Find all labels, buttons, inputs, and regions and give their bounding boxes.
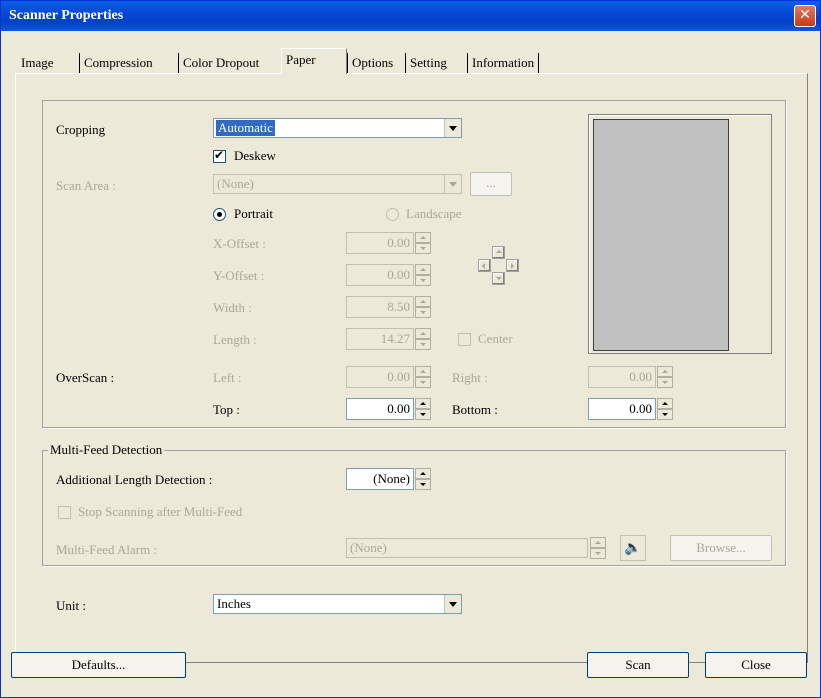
length-label: Length : — [213, 332, 257, 347]
stop-scanning-checkbox[interactable] — [58, 506, 71, 519]
landscape-radio[interactable] — [386, 208, 399, 221]
scan-area-label: Scan Area : — [56, 178, 116, 193]
overscan-bottom-value[interactable]: 0.00 — [588, 398, 656, 420]
spin-down-icon[interactable] — [415, 275, 431, 286]
scanner-properties-dialog: Scanner Properties ✕ Image Compression C… — [0, 0, 821, 698]
unit-label: Unit : — [56, 598, 86, 613]
spin-up-icon[interactable] — [415, 328, 431, 339]
unit-select[interactable]: Inches — [213, 594, 462, 614]
tab-information[interactable]: Information — [467, 53, 540, 73]
multifeed-legend: Multi-Feed Detection — [48, 442, 165, 458]
overscan-top-label: Top : — [213, 402, 240, 417]
spin-down-icon[interactable] — [657, 409, 673, 420]
window-title: Scanner Properties — [9, 8, 124, 23]
tab-setting[interactable]: Setting — [405, 53, 451, 73]
spin-down-icon[interactable] — [415, 307, 431, 318]
cropping-value: Automatic — [216, 120, 275, 136]
paper-preview — [588, 114, 772, 354]
spin-down-icon[interactable] — [590, 548, 606, 559]
overscan-right-label: Right : — [452, 370, 488, 385]
spin-up-icon[interactable] — [415, 468, 431, 479]
additional-length-label: Additional Length Detection : — [56, 472, 213, 487]
multifeed-alarm-value: (None) — [350, 540, 387, 555]
overscan-right-value[interactable]: 0.00 — [588, 366, 656, 388]
tab-image[interactable]: Image — [17, 53, 57, 73]
speaker-icon[interactable]: 🔈 — [620, 535, 646, 561]
close-button[interactable]: Close — [705, 652, 807, 678]
spin-up-icon[interactable] — [657, 398, 673, 409]
scan-area-browse-button[interactable]: ... — [470, 172, 512, 196]
scan-button[interactable]: Scan — [587, 652, 689, 678]
stop-scanning-label: Stop Scanning after Multi-Feed — [78, 504, 243, 519]
spin-up-icon[interactable] — [415, 296, 431, 307]
scan-area-value: (None) — [217, 176, 254, 191]
close-icon: ✕ — [799, 7, 811, 23]
spin-up-icon[interactable] — [415, 366, 431, 377]
y-offset-label: Y-Offset : — [213, 268, 265, 283]
spin-up-icon[interactable] — [415, 232, 431, 243]
tab-paper[interactable]: Paper — [281, 48, 347, 74]
overscan-label: OverScan : — [56, 370, 115, 385]
radio-selected-dot — [217, 212, 222, 217]
deskew-checkbox[interactable]: ✔ — [213, 148, 226, 163]
center-checkbox[interactable] — [458, 333, 471, 346]
additional-length-value[interactable]: (None) — [346, 468, 414, 490]
spin-up-icon[interactable] — [657, 366, 673, 377]
width-value[interactable]: 8.50 — [346, 296, 414, 318]
spin-up-icon[interactable] — [590, 537, 606, 548]
unit-value: Inches — [217, 596, 251, 611]
spin-down-icon[interactable] — [657, 377, 673, 388]
length-value[interactable]: 14.27 — [346, 328, 414, 350]
arrow-right-icon[interactable] — [506, 259, 519, 272]
arrow-down-icon[interactable] — [492, 272, 505, 285]
width-label: Width : — [213, 300, 252, 315]
spin-down-icon[interactable] — [415, 409, 431, 420]
overscan-bottom-label: Bottom : — [452, 402, 498, 417]
arrow-up-icon[interactable] — [492, 246, 505, 259]
tab-options[interactable]: Options — [347, 53, 397, 73]
tab-color-dropout[interactable]: Color Dropout — [178, 53, 263, 73]
portrait-radio[interactable] — [213, 208, 226, 221]
spin-down-icon[interactable] — [415, 479, 431, 490]
portrait-label: Portrait — [234, 206, 273, 221]
chevron-down-icon — [444, 175, 461, 193]
center-label: Center — [478, 331, 513, 346]
overscan-left-label: Left : — [213, 370, 242, 385]
close-window-button[interactable]: ✕ — [794, 5, 816, 27]
scan-area-select[interactable]: (None) — [213, 174, 462, 194]
y-offset-value[interactable]: 0.00 — [346, 264, 414, 286]
alarm-browse-button[interactable]: Browse... — [670, 535, 772, 561]
paper-preview-page — [593, 119, 729, 351]
multifeed-alarm-label: Multi-Feed Alarm : — [56, 542, 158, 557]
chevron-down-icon — [444, 119, 461, 137]
deskew-label: Deskew — [234, 148, 276, 163]
overscan-top-value[interactable]: 0.00 — [346, 398, 414, 420]
arrow-left-icon[interactable] — [478, 259, 491, 272]
paper-tab-panel: Cropping Automatic ✔ Deskew Scan Area : … — [15, 73, 808, 663]
spin-up-icon[interactable] — [415, 264, 431, 275]
x-offset-value[interactable]: 0.00 — [346, 232, 414, 254]
overscan-left-value[interactable]: 0.00 — [346, 366, 414, 388]
title-bar[interactable]: Scanner Properties ✕ — [1, 1, 820, 31]
spin-down-icon[interactable] — [415, 377, 431, 388]
chevron-down-icon — [444, 595, 461, 613]
landscape-label: Landscape — [406, 206, 462, 221]
defaults-button[interactable]: Defaults... — [11, 652, 186, 678]
multifeed-alarm-field[interactable]: (None) — [346, 538, 588, 558]
spin-down-icon[interactable] — [415, 339, 431, 350]
spin-up-icon[interactable] — [415, 398, 431, 409]
x-offset-label: X-Offset : — [213, 236, 266, 251]
cropping-label: Cropping — [56, 122, 106, 137]
checkmark-icon: ✔ — [214, 148, 225, 162]
cropping-select[interactable]: Automatic — [213, 118, 462, 138]
spin-down-icon[interactable] — [415, 243, 431, 254]
tab-compression[interactable]: Compression — [79, 53, 157, 73]
